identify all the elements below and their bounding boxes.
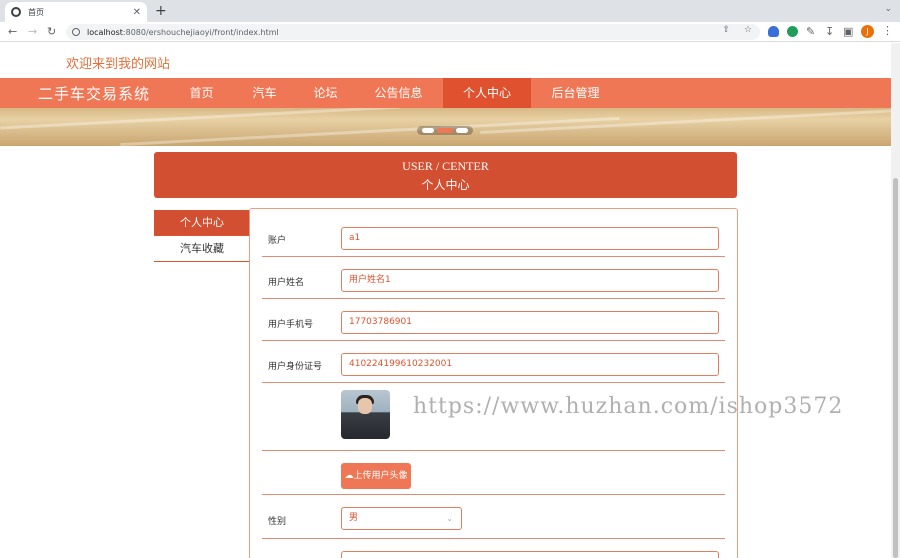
- form-row-idcard: 用户身份证号 410224199610232001: [262, 341, 725, 383]
- form-row-account: 账户 a1: [262, 215, 725, 257]
- form-row-name: 用户姓名 用户姓名1: [262, 257, 725, 299]
- sidepanel-icon[interactable]: ▣: [843, 24, 853, 40]
- profile-form: 账户 a1 用户姓名 用户姓名1 用户手机号 17703786901 用户身份证…: [249, 208, 738, 558]
- url-field[interactable]: localhost:8080/ershouchejiaoyi/front/ind…: [66, 24, 760, 40]
- nav-admin[interactable]: 后台管理: [538, 78, 613, 108]
- download-extension-icon[interactable]: [787, 26, 798, 37]
- nav-announcements[interactable]: 公告信息: [362, 78, 435, 108]
- main-navbar: 二手车交易系统 首页 汽车 论坛 公告信息 个人中心 后台管理: [0, 78, 891, 108]
- share-icon[interactable]: ⇧: [722, 25, 730, 35]
- nav-forum[interactable]: 论坛: [298, 78, 353, 108]
- browser-menu-icon[interactable]: ⋮: [882, 24, 893, 37]
- upload-avatar-label: 上传用户头像: [353, 471, 408, 481]
- user-center-header: USER / CENTER 个人中心: [154, 152, 737, 198]
- nav-user-center[interactable]: 个人中心: [443, 78, 531, 108]
- nav-cars[interactable]: 汽车: [237, 78, 292, 108]
- watermark-text: https://www.huzhan.com/ishop3572: [413, 394, 844, 419]
- form-row-next: [262, 539, 725, 558]
- scrollbar-thumb[interactable]: [893, 178, 898, 558]
- site-brand: 二手车交易系统: [38, 85, 151, 103]
- chevron-down-icon: ⌄: [446, 514, 453, 523]
- idcard-input[interactable]: 410224199610232001: [341, 353, 719, 376]
- forward-arrow-icon[interactable]: →: [28, 24, 37, 40]
- browser-tab-strip: 首页 ✕ + ⌄: [0, 0, 900, 22]
- downloads-icon[interactable]: ↧: [825, 24, 834, 40]
- next-input[interactable]: [341, 551, 719, 558]
- form-row-upload: ☁上传用户头像: [262, 451, 725, 495]
- carousel-dot[interactable]: [456, 128, 469, 133]
- user-side-menu: 个人中心 汽车收藏: [154, 210, 249, 262]
- profile-avatar[interactable]: J: [861, 25, 874, 38]
- address-bar: ← → ↻ localhost:8080/ershouchejiaoyi/fro…: [0, 22, 900, 42]
- site-info-icon[interactable]: [72, 28, 80, 36]
- idcard-label: 用户身份证号: [268, 362, 323, 372]
- tab-search-chevron-icon[interactable]: ⌄: [884, 4, 892, 14]
- name-label: 用户姓名: [268, 278, 305, 288]
- back-arrow-icon[interactable]: ←: [8, 24, 17, 40]
- gender-label: 性别: [268, 517, 287, 527]
- user-center-title-en: USER / CENTER: [402, 159, 489, 173]
- tab-title: 首页: [28, 7, 44, 17]
- side-item-favorites[interactable]: 汽车收藏: [154, 236, 249, 262]
- account-input[interactable]: a1: [341, 227, 719, 250]
- phone-input[interactable]: 17703786901: [341, 311, 719, 334]
- bookmark-star-icon[interactable]: ☆: [744, 25, 752, 35]
- new-tab-button[interactable]: +: [155, 3, 167, 19]
- upload-avatar-button[interactable]: ☁上传用户头像: [341, 463, 411, 489]
- nav-home[interactable]: 首页: [174, 78, 229, 108]
- form-row-gender: 性别 男 ⌄: [262, 495, 725, 539]
- user-center-title-cn: 个人中心: [421, 178, 470, 192]
- page-scrollbar[interactable]: [891, 43, 900, 558]
- carousel-dot[interactable]: [421, 128, 434, 133]
- banner-carousel: [0, 108, 891, 146]
- browser-tab[interactable]: 首页 ✕: [5, 2, 147, 22]
- gender-select[interactable]: 男 ⌄: [341, 507, 462, 530]
- url-path: :8080/ershouchejiaoyi/front/index.html: [122, 27, 279, 37]
- close-tab-icon[interactable]: ✕: [133, 7, 141, 18]
- puzzle-extensions-icon[interactable]: ✎: [806, 24, 815, 40]
- form-row-phone: 用户手机号 17703786901: [262, 299, 725, 341]
- phone-label: 用户手机号: [268, 320, 314, 330]
- gender-value: 男: [349, 513, 359, 523]
- side-item-profile[interactable]: 个人中心: [154, 210, 249, 236]
- shield-extension-icon[interactable]: [768, 26, 779, 37]
- welcome-text: 欢迎来到我的网站: [66, 57, 171, 72]
- page-viewport: 欢迎来到我的网站 二手车交易系统 首页 汽车 论坛 公告信息 个人中心 后台管理…: [0, 43, 891, 558]
- globe-icon: [11, 7, 21, 17]
- url-host: localhost: [87, 27, 123, 37]
- carousel-dot-active[interactable]: [436, 128, 453, 133]
- carousel-indicators: [417, 126, 473, 135]
- user-avatar-photo: [341, 390, 390, 439]
- reload-icon[interactable]: ↻: [47, 24, 56, 40]
- account-label: 账户: [268, 236, 287, 246]
- name-input[interactable]: 用户姓名1: [341, 269, 719, 292]
